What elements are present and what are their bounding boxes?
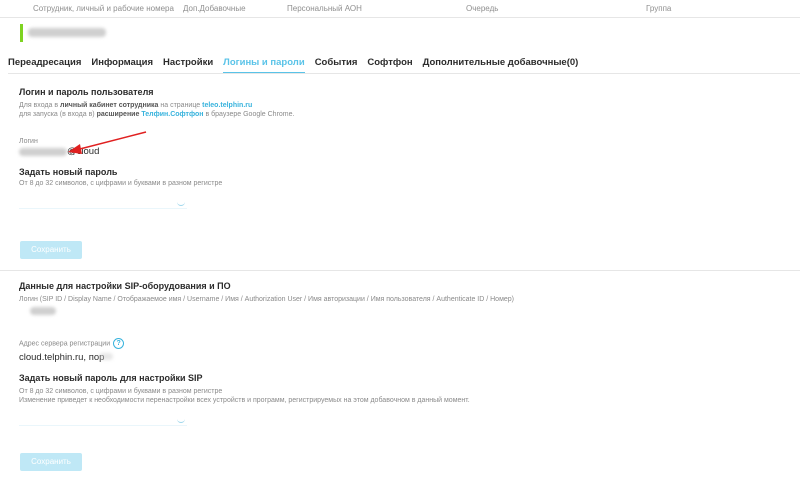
new-password-input[interactable] bbox=[19, 208, 187, 209]
login-section-title: Логин и пароль пользователя bbox=[19, 87, 154, 97]
server-port-redacted bbox=[99, 353, 113, 360]
desc-bold: расширение bbox=[96, 111, 140, 118]
tab-softphone[interactable]: Софтфон bbox=[367, 57, 412, 74]
column-header-personal-aon[interactable]: Персональный АОН bbox=[287, 4, 362, 13]
header-divider bbox=[0, 17, 800, 18]
save-sip-password-button[interactable]: Сохранить bbox=[20, 453, 82, 471]
sip-section-title: Данные для настройки SIP-оборудования и … bbox=[19, 281, 231, 291]
tab-events[interactable]: События bbox=[315, 57, 358, 74]
desc-bold: личный кабинет сотрудника bbox=[60, 102, 159, 109]
tab-bar: Переадресация Информация Настройки Логин… bbox=[8, 57, 578, 74]
tab-forwarding[interactable]: Переадресация bbox=[8, 57, 81, 74]
employee-name-redacted[interactable] bbox=[28, 28, 106, 37]
desc-text: для запуска (в входа в) bbox=[19, 111, 97, 118]
desc-text: Для входа в bbox=[19, 102, 61, 109]
sip-new-password-title: Задать новый пароль для настройки SIP bbox=[19, 373, 203, 383]
tab-settings[interactable]: Настройки bbox=[163, 57, 213, 74]
desc-text: в браузере Google Chrome. bbox=[203, 111, 295, 118]
show-password-icon[interactable] bbox=[177, 201, 185, 206]
annotation-arrow-icon bbox=[68, 131, 147, 154]
show-sip-password-icon[interactable] bbox=[177, 418, 185, 423]
column-header-queue[interactable]: Очередь bbox=[466, 4, 498, 13]
login-desc-line2: для запуска (в входа в) расширение Телфи… bbox=[19, 111, 294, 118]
server-address-label: Адрес сервера регистрации? bbox=[19, 338, 125, 349]
sip-login-redacted bbox=[30, 307, 56, 315]
sip-password-input[interactable] bbox=[19, 425, 187, 426]
sip-login-description: Логин (SIP ID / Display Name / Отображае… bbox=[19, 296, 515, 303]
tab-info[interactable]: Информация bbox=[91, 57, 153, 74]
tab-logins-passwords[interactable]: Логины и пароли bbox=[223, 57, 305, 74]
tab-additional-extensions[interactable]: Дополнительные добавочные(0) bbox=[423, 57, 579, 74]
teleo-link[interactable]: teleo.telphin.ru bbox=[202, 102, 252, 109]
save-login-password-button[interactable]: Сохранить bbox=[20, 241, 82, 259]
active-row-marker bbox=[20, 24, 23, 42]
new-password-title: Задать новый пароль bbox=[19, 167, 118, 177]
softphone-extension-link[interactable]: Телфин.Софтфон bbox=[141, 111, 203, 118]
sip-password-warning: Изменение приведет к необходимости перен… bbox=[19, 397, 470, 404]
section-divider bbox=[0, 270, 800, 271]
help-icon[interactable]: ? bbox=[113, 338, 125, 349]
column-header-employee[interactable]: Сотрудник, личный и рабочие номера bbox=[33, 4, 174, 13]
login-desc-line1: Для входа в личный кабинет сотрудника на… bbox=[19, 102, 252, 109]
column-header-group[interactable]: Группа bbox=[646, 4, 671, 13]
sip-password-hint: От 8 до 32 символов, с цифрами и буквами… bbox=[19, 388, 223, 395]
desc-text: на странице bbox=[158, 102, 203, 109]
server-address-value: cloud.telphin.ru, пор bbox=[19, 352, 105, 363]
column-header-extensions[interactable]: Доп.Добавочные bbox=[183, 4, 246, 13]
new-password-hint: От 8 до 32 символов, с цифрами и буквами… bbox=[19, 180, 223, 187]
tabs-divider bbox=[8, 73, 800, 74]
server-address-label-text: Адрес сервера регистрации bbox=[19, 340, 111, 348]
login-label: Логин bbox=[19, 138, 38, 145]
